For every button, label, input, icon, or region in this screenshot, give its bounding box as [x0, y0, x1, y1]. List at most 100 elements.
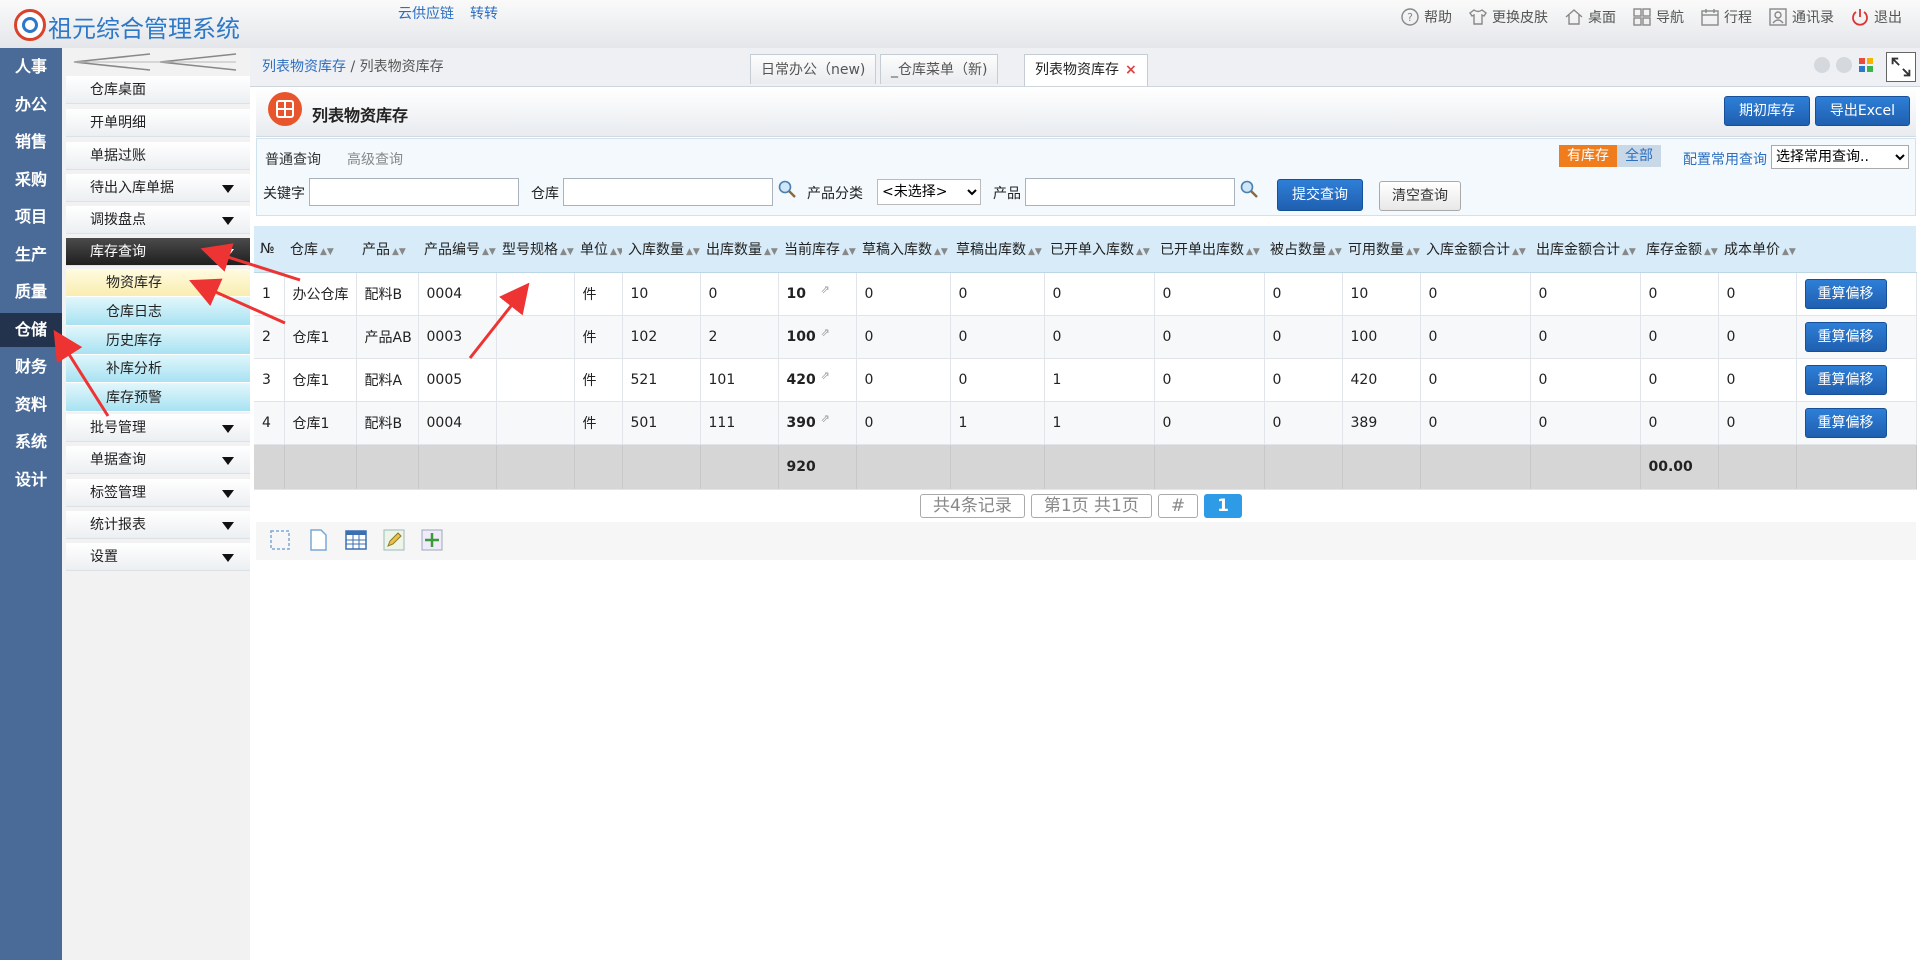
- tab-material-stock[interactable]: 列表物资库存 ×: [1024, 54, 1148, 86]
- col-header-draft-in[interactable]: 草稿入库数 ▲▼: [856, 226, 950, 273]
- pager-page-1[interactable]: 1: [1204, 494, 1242, 518]
- close-icon[interactable]: ×: [1125, 62, 1137, 78]
- col-header-stock-amount[interactable]: 库存金额 ▲▼: [1640, 226, 1718, 273]
- search-icon[interactable]: [777, 179, 797, 199]
- tab-daily-office[interactable]: 日常办公（new): [750, 54, 877, 84]
- rail-item-system[interactable]: 系统: [0, 425, 62, 459]
- col-header-draft-out[interactable]: 草稿出库数 ▲▼: [950, 226, 1044, 273]
- navigation-button[interactable]: 导航: [1632, 7, 1684, 27]
- menu-item-pending-docs[interactable]: 待出入库单据: [66, 174, 250, 202]
- rail-item-data[interactable]: 资料: [0, 388, 62, 422]
- col-header-unit[interactable]: 单位▲▼: [574, 226, 622, 273]
- rail-item-office[interactable]: 办公: [0, 88, 62, 122]
- col-header-occupied[interactable]: 被占数量 ▲▼: [1264, 226, 1342, 273]
- menu-child-replenish-analysis[interactable]: 补库分析: [66, 355, 250, 383]
- recalc-offset-button[interactable]: 重算偏移: [1804, 279, 1887, 309]
- menu-item-doc-query[interactable]: 单据查询: [66, 446, 250, 474]
- menu-item-settings[interactable]: 设置: [66, 543, 250, 571]
- top-link-zhuanzhuan[interactable]: 转转: [470, 3, 498, 23]
- rail-item-production[interactable]: 生产: [0, 238, 62, 272]
- col-header-unit-cost[interactable]: 成本单价 ▲▼: [1718, 226, 1796, 273]
- col-header-model[interactable]: 型号规格 ▲▼: [496, 226, 574, 273]
- menu-child-stock-alert[interactable]: 库存预警: [66, 384, 250, 412]
- desktop-button[interactable]: 桌面: [1564, 7, 1616, 27]
- external-link-icon[interactable]: ⇗: [821, 283, 830, 296]
- tab-next-icon[interactable]: [1836, 57, 1852, 73]
- tab-advanced-query[interactable]: 高级查询: [347, 149, 403, 169]
- col-header-billed-in[interactable]: 已开单入库数 ▲▼: [1044, 226, 1154, 273]
- rail-item-finance[interactable]: 财务: [0, 350, 62, 384]
- pager-jump[interactable]: #: [1157, 494, 1199, 518]
- tab-warehouse-menu[interactable]: _仓库菜单（新): [880, 54, 999, 84]
- external-link-icon[interactable]: ⇗: [821, 326, 830, 339]
- tab-prev-icon[interactable]: [1814, 57, 1830, 73]
- col-header-billed-out[interactable]: 已开单出库数 ▲▼: [1154, 226, 1264, 273]
- select-area-icon[interactable]: [268, 528, 292, 552]
- export-excel-button[interactable]: 导出Excel: [1814, 96, 1910, 126]
- category-select[interactable]: <未选择>: [877, 179, 981, 205]
- menu-item-doc-posting[interactable]: 单据过账: [66, 142, 250, 170]
- col-header-current-stock[interactable]: 当前库存 ▲▼: [778, 226, 856, 273]
- rail-item-sales[interactable]: 销售: [0, 125, 62, 159]
- table-grid-icon[interactable]: [344, 528, 368, 552]
- config-common-query-link[interactable]: 配置常用查询: [1683, 149, 1767, 169]
- sort-icon: ▲▼: [934, 247, 948, 257]
- rail-item-hr[interactable]: 人事: [0, 50, 62, 84]
- col-header-available[interactable]: 可用数量 ▲▼: [1342, 226, 1420, 273]
- top-link-supply-chain[interactable]: 云供应链: [398, 3, 454, 23]
- help-button[interactable]: ? 帮助: [1400, 7, 1452, 27]
- col-header-out-amount[interactable]: 出库金额合计 ▲▼: [1530, 226, 1640, 273]
- col-header-in-amount[interactable]: 入库金额合计 ▲▼: [1420, 226, 1530, 273]
- breadcrumb-link[interactable]: 列表物资库存: [262, 59, 346, 75]
- common-query-select[interactable]: 选择常用查询..: [1771, 145, 1909, 169]
- collapse-menu-icon[interactable]: [70, 52, 242, 72]
- recalc-offset-button[interactable]: 重算偏移: [1804, 322, 1887, 352]
- col-header-in-qty[interactable]: 入库数量 ▲▼: [622, 226, 700, 273]
- menu-item-stock-query[interactable]: 库存查询: [66, 238, 250, 266]
- menu-label: 标签管理: [90, 485, 146, 501]
- tab-normal-query[interactable]: 普通查询: [265, 149, 321, 169]
- external-link-icon[interactable]: ⇗: [821, 369, 830, 382]
- contacts-button[interactable]: 通讯录: [1768, 7, 1834, 27]
- recalc-offset-button[interactable]: 重算偏移: [1804, 365, 1887, 395]
- menu-item-order-detail[interactable]: 开单明细: [66, 109, 250, 137]
- col-header-product[interactable]: 产品 ▲▼: [356, 226, 418, 273]
- menu-item-reports[interactable]: 统计报表: [66, 511, 250, 539]
- schedule-button[interactable]: 行程: [1700, 7, 1752, 27]
- submit-query-button[interactable]: 提交查询: [1277, 179, 1363, 211]
- clear-query-button[interactable]: 清空查询: [1379, 181, 1461, 211]
- menu-item-labels[interactable]: 标签管理: [66, 479, 250, 507]
- menu-child-history-stock[interactable]: 历史库存: [66, 327, 250, 355]
- change-skin-button[interactable]: 更换皮肤: [1468, 7, 1548, 27]
- rail-item-purchase[interactable]: 采购: [0, 163, 62, 197]
- toggle-all-stock[interactable]: 全部: [1617, 145, 1661, 167]
- product-input[interactable]: [1025, 178, 1235, 206]
- keyword-input[interactable]: [309, 178, 519, 206]
- menu-child-warehouse-log[interactable]: 仓库日志: [66, 298, 250, 326]
- add-column-icon[interactable]: [420, 528, 444, 552]
- edit-pencil-icon[interactable]: [382, 528, 406, 552]
- external-link-icon[interactable]: ⇗: [821, 412, 830, 425]
- menu-item-batch[interactable]: 批号管理: [66, 414, 250, 442]
- toggle-has-stock[interactable]: 有库存: [1559, 145, 1617, 167]
- col-header-product-code[interactable]: 产品编号 ▲▼: [418, 226, 496, 273]
- rail-item-warehouse[interactable]: 仓储: [0, 313, 62, 347]
- recalc-offset-button[interactable]: 重算偏移: [1804, 408, 1887, 438]
- tab-list-icon[interactable]: [1858, 57, 1874, 73]
- menu-child-material-stock[interactable]: 物资库存: [66, 269, 250, 297]
- col-header-warehouse[interactable]: 仓库 ▲▼: [284, 226, 356, 273]
- sum-current-stock: 920: [778, 444, 857, 490]
- rail-item-quality[interactable]: 质量: [0, 275, 62, 309]
- fullscreen-icon[interactable]: [1886, 52, 1916, 82]
- menu-item-warehouse-desktop[interactable]: 仓库桌面: [66, 76, 250, 104]
- menu-item-transfer-count[interactable]: 调拨盘点: [66, 206, 250, 234]
- change-skin-label: 更换皮肤: [1492, 10, 1548, 26]
- document-icon[interactable]: [306, 528, 330, 552]
- search-icon[interactable]: [1239, 179, 1259, 199]
- initial-stock-button[interactable]: 期初库存: [1724, 96, 1810, 126]
- rail-item-project[interactable]: 项目: [0, 200, 62, 234]
- warehouse-input[interactable]: [563, 178, 773, 206]
- rail-item-design[interactable]: 设计: [0, 463, 62, 497]
- col-header-out-qty[interactable]: 出库数量 ▲▼: [700, 226, 778, 273]
- logout-button[interactable]: 退出: [1850, 7, 1902, 27]
